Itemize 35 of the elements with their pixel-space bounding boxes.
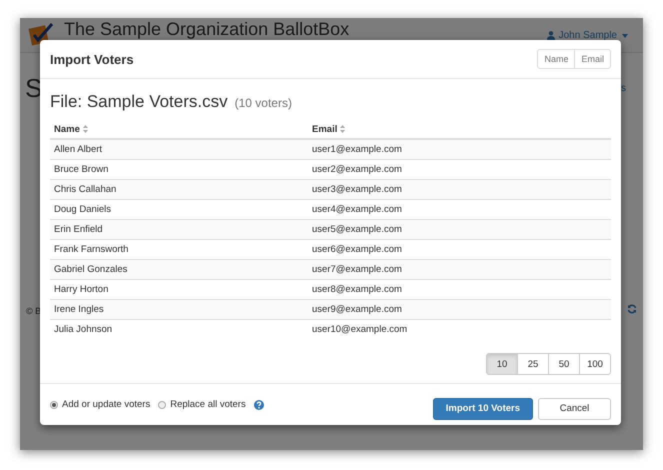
sort-icon — [340, 125, 346, 133]
table-cell: user3@example.com — [308, 180, 611, 200]
table-cell: user1@example.com — [308, 139, 611, 160]
refresh-icon[interactable] — [627, 304, 637, 314]
table-cell: user7@example.com — [308, 260, 611, 280]
table-cell: Chris Callahan — [50, 180, 308, 200]
page-size-button[interactable]: 25 — [517, 353, 549, 375]
voter-count: (10 voters) — [234, 96, 292, 110]
radio-label[interactable]: Replace all voters — [170, 399, 246, 410]
radio-button[interactable] — [50, 400, 58, 408]
cancel-button[interactable]: Cancel — [538, 398, 611, 420]
dialog-title: Import Voters — [50, 52, 134, 66]
table-cell: user10@example.com — [308, 320, 611, 339]
table-cell: Julia Johnson — [50, 320, 308, 339]
file-heading: File: Sample Voters.csv — [50, 92, 228, 112]
radio-button[interactable] — [158, 400, 166, 408]
table-cell: Irene Ingles — [50, 300, 308, 320]
sort-icon — [82, 125, 88, 133]
column-toggle[interactable]: Name — [537, 49, 576, 69]
user-icon — [546, 30, 555, 40]
app-title: The Sample Organization BallotBox — [64, 19, 350, 39]
page-size-button[interactable]: 10 — [486, 353, 518, 375]
table-cell: Erin Enfield — [50, 220, 308, 240]
radio-label[interactable]: Add or update voters — [62, 399, 150, 410]
page-size-button[interactable]: 100 — [579, 353, 611, 375]
help-icon[interactable] — [254, 400, 264, 410]
table-cell: Gabriel Gonzales — [50, 260, 308, 280]
import-button[interactable]: Import 10 Voters — [432, 398, 533, 420]
page-size-button[interactable]: 50 — [548, 353, 580, 375]
column-toggle[interactable]: Email — [574, 49, 611, 69]
table-cell: Allen Albert — [50, 139, 308, 160]
column-header[interactable]: Name — [54, 124, 80, 134]
column-header[interactable]: Email — [312, 124, 338, 134]
table-cell: user5@example.com — [308, 220, 611, 240]
table-cell: user9@example.com — [308, 300, 611, 320]
